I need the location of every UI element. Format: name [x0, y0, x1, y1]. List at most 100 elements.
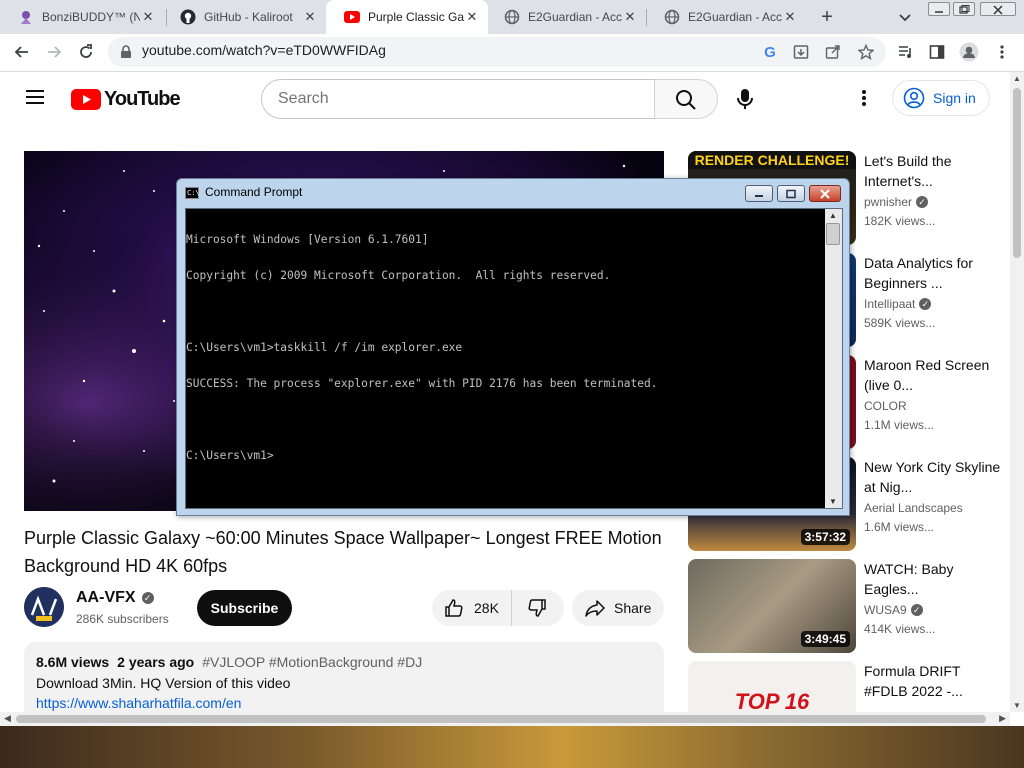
- browser-toolbar: youtube.com/watch?v=eTD0WWFIDAg G: [0, 34, 1024, 72]
- description-box[interactable]: 8.6M views 2 years ago #VJLOOP #MotionBa…: [24, 642, 664, 712]
- close-tab-icon[interactable]: ✕: [140, 9, 156, 25]
- desktop-wallpaper-strip: [0, 726, 1024, 768]
- settings-menu-icon[interactable]: [856, 88, 872, 108]
- scroll-up-arrow-icon[interactable]: ▲: [1013, 74, 1021, 83]
- share-arrow-icon: [585, 600, 605, 617]
- close-tab-icon[interactable]: ✕: [302, 9, 318, 25]
- video-title: Purple Classic Galaxy ~60:00 Minutes Spa…: [24, 528, 662, 576]
- scroll-down-arrow-icon[interactable]: ▼: [1013, 701, 1021, 710]
- console-scrollbar[interactable]: ▲ ▼: [825, 209, 842, 508]
- chrome-menu-icon[interactable]: [988, 38, 1016, 66]
- channel-label: COLOR: [864, 399, 907, 413]
- recommendation-title[interactable]: Let's Build the Internet's...: [864, 151, 1004, 191]
- channel-label: WUSA9: [864, 603, 907, 617]
- recommendation-title[interactable]: WATCH: Baby Eagles...: [864, 559, 1004, 599]
- tab-e2guardian-2[interactable]: E2Guardian - Acc ✕: [646, 0, 806, 34]
- back-button[interactable]: [8, 38, 36, 66]
- lock-icon[interactable]: [120, 45, 132, 64]
- tab-search-chevron-icon[interactable]: [896, 8, 914, 26]
- scroll-thumb[interactable]: [826, 223, 840, 245]
- search-box[interactable]: Search: [261, 79, 655, 119]
- console-area[interactable]: Microsoft Windows [Version 6.1.7601] Cop…: [185, 208, 843, 509]
- recommendation-item[interactable]: 3:49:45 WATCH: Baby Eagles... WUSA9 ✓ 414…: [688, 559, 1008, 653]
- thumbnail-caption: TOP 16: [734, 689, 810, 712]
- close-window-button[interactable]: [980, 2, 1016, 16]
- search-button[interactable]: [654, 79, 718, 119]
- tab-bonzibuddy[interactable]: BonziBUDDY™ (N ✕: [0, 0, 164, 34]
- cmd-minimize-button[interactable]: [745, 185, 773, 202]
- cmd-window-icon: C:\: [185, 187, 200, 199]
- verified-check-icon: ✓: [141, 592, 154, 604]
- search-input[interactable]: Search: [278, 90, 329, 108]
- subscriber-count: 286K subscribers: [76, 612, 169, 626]
- command-prompt-window[interactable]: C:\ Command Prompt Microsoft Windows [Ve…: [176, 178, 850, 516]
- forward-button[interactable]: [40, 38, 68, 66]
- close-tab-icon[interactable]: ✕: [622, 9, 638, 25]
- recommendation-views: 1.1M views...: [864, 418, 935, 432]
- console-line: Microsoft Windows [Version 6.1.7601]: [186, 233, 429, 246]
- scroll-down-arrow-icon[interactable]: ▼: [829, 497, 837, 506]
- new-tab-button[interactable]: +: [816, 6, 838, 28]
- share-button[interactable]: Share: [572, 590, 664, 626]
- hashtags[interactable]: #VJLOOP #MotionBackground #DJ: [202, 654, 422, 670]
- like-button[interactable]: 28K: [432, 590, 512, 626]
- share-label: Share: [614, 600, 652, 616]
- voice-search-button[interactable]: [736, 88, 756, 112]
- scroll-thumb[interactable]: [1013, 88, 1021, 258]
- youtube-logo[interactable]: YouTube: [71, 88, 181, 111]
- scroll-thumb[interactable]: [16, 715, 986, 723]
- scroll-right-arrow-icon[interactable]: ▶: [999, 713, 1006, 724]
- description-link[interactable]: https://www.shaharhatfila.com/en: [36, 695, 241, 711]
- search-icon: [676, 90, 696, 110]
- recommendation-title[interactable]: Formula DRIFT #FDLB 2022 -...: [864, 661, 1004, 701]
- view-count: 8.6M views: [36, 654, 110, 670]
- media-controls-icon[interactable]: [892, 38, 920, 66]
- share-page-icon[interactable]: [819, 38, 847, 66]
- restore-window-button[interactable]: [953, 2, 975, 16]
- recommendation-title[interactable]: New York City Skyline at Nig...: [864, 457, 1004, 497]
- hamburger-menu-icon[interactable]: [24, 88, 48, 108]
- microphone-icon: [737, 89, 753, 109]
- channel-avatar[interactable]: [24, 587, 64, 627]
- console-line: C:\Users\vm1>taskkill /f /im explorer.ex…: [186, 341, 463, 354]
- sign-in-button[interactable]: Sign in: [892, 80, 990, 116]
- profile-avatar-icon[interactable]: [955, 38, 983, 66]
- dislike-button[interactable]: [512, 590, 562, 626]
- tab-e2guardian-1[interactable]: E2Guardian - Acc ✕: [486, 0, 646, 34]
- channel-name[interactable]: AA-VFX ✓: [76, 589, 154, 607]
- google-lens-icon[interactable]: G: [756, 38, 784, 66]
- console-prompt[interactable]: C:\Users\vm1>: [186, 450, 826, 462]
- close-tab-icon[interactable]: ✕: [464, 9, 480, 25]
- video-duration: 3:49:45: [800, 631, 850, 647]
- video-duration: 3:57:32: [800, 529, 850, 545]
- recommendation-title[interactable]: Maroon Red Screen (live 0...: [864, 355, 1004, 395]
- minimize-window-button[interactable]: [928, 2, 950, 16]
- youtube-logo-icon: [71, 89, 101, 110]
- globe-icon: [504, 9, 520, 25]
- cmd-close-button[interactable]: [809, 185, 841, 202]
- video-thumbnail[interactable]: TOP 16: [688, 661, 856, 712]
- install-app-icon[interactable]: [787, 38, 815, 66]
- tab-youtube[interactable]: Purple Classic Gal ✕: [326, 0, 488, 34]
- page-horizontal-scrollbar[interactable]: ◀ ▶: [0, 712, 1010, 726]
- subscribe-button[interactable]: Subscribe: [197, 590, 292, 626]
- page-vertical-scrollbar[interactable]: ▲ ▼: [1010, 72, 1024, 712]
- scroll-left-arrow-icon[interactable]: ◀: [4, 713, 11, 724]
- close-tab-icon[interactable]: ✕: [782, 9, 798, 25]
- recommendation-item[interactable]: TOP 16 Formula DRIFT #FDLB 2022 -...: [688, 661, 1008, 712]
- recommendation-views: 414K views...: [864, 622, 936, 636]
- tab-title: E2Guardian - Acc: [688, 10, 782, 24]
- recommendation-title[interactable]: Data Analytics for Beginners ...: [864, 253, 1004, 293]
- scroll-up-arrow-icon[interactable]: ▲: [829, 211, 837, 220]
- bookmark-star-icon[interactable]: [852, 38, 880, 66]
- reload-button[interactable]: [72, 38, 100, 66]
- like-dislike-group: 28K: [432, 590, 564, 626]
- video-thumbnail[interactable]: 3:49:45: [688, 559, 856, 653]
- tab-github[interactable]: GitHub - Kaliroot ✕: [162, 0, 326, 34]
- console-line: Copyright (c) 2009 Microsoft Corporation…: [186, 269, 611, 282]
- console-line: SUCCESS: The process "explorer.exe" with…: [186, 377, 658, 390]
- cmd-maximize-button[interactable]: [777, 185, 805, 202]
- side-panel-icon[interactable]: [923, 38, 951, 66]
- url-text[interactable]: youtube.com/watch?v=eTD0WWFIDAg: [142, 42, 386, 58]
